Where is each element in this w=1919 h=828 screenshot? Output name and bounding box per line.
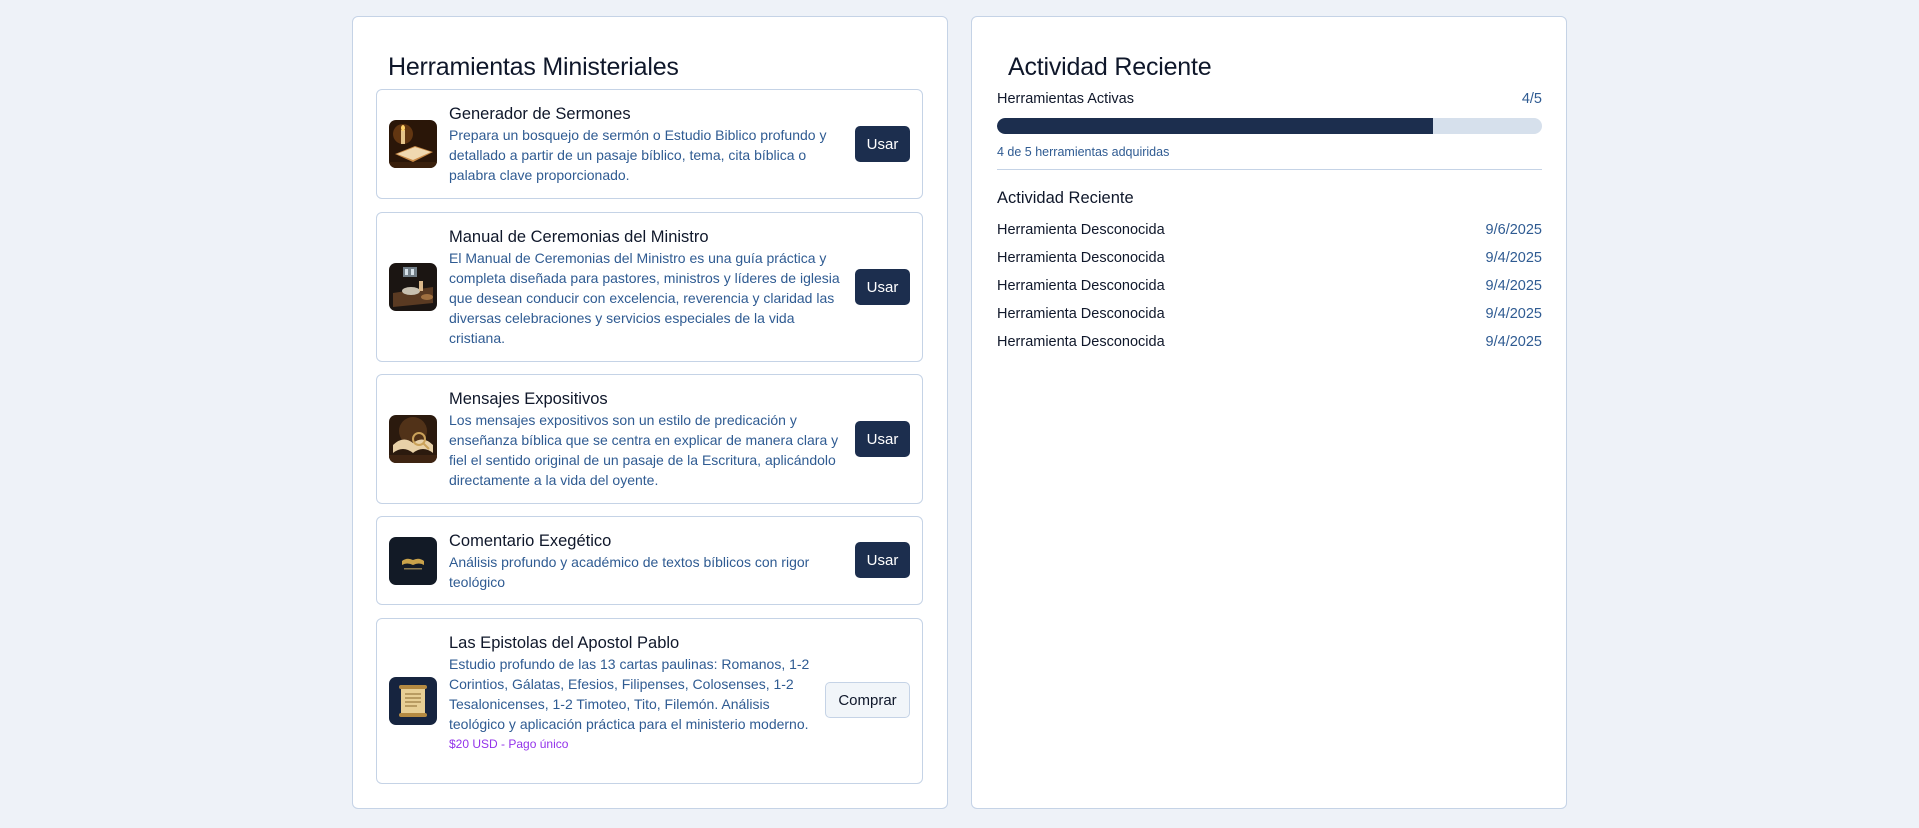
tool-card-pauline-epistles: Las Epistolas del Apostol Pablo Estudio … (376, 618, 923, 784)
tool-name: Las Epistolas del Apostol Pablo (449, 634, 680, 652)
recent-activity-heading: Actividad Reciente (997, 189, 1134, 207)
activity-item-date: 9/4/2025 (1485, 250, 1542, 266)
use-button[interactable]: Usar (855, 126, 910, 162)
use-button[interactable]: Usar (855, 269, 910, 305)
activity-item: Herramienta Desconocida 9/4/2025 (997, 278, 1542, 306)
tool-name: Manual de Ceremonias del Ministro (449, 228, 709, 246)
tool-price: $20 USD - Pago único (449, 737, 569, 751)
activity-item-date: 9/6/2025 (1485, 222, 1542, 238)
activity-item-name: Herramienta Desconocida (997, 278, 1165, 294)
tool-card-sermon-generator: Generador de Sermones Prepara un bosquej… (376, 89, 923, 199)
tool-description: Prepara un bosquejo de sermón o Estudio … (449, 127, 827, 183)
use-button[interactable]: Usar (855, 421, 910, 457)
active-tools-progress-bar (997, 118, 1542, 134)
golden-book-logo-thumbnail (389, 537, 437, 585)
open-bible-magnifier-thumbnail (389, 415, 437, 463)
activity-item-date: 9/4/2025 (1485, 278, 1542, 294)
tool-body: Mensajes Expositivos Los mensajes exposi… (449, 389, 854, 490)
tool-description: Análisis profundo y académico de textos … (449, 554, 810, 590)
progress-caption: 4 de 5 herramientas adquiridas (997, 145, 1170, 159)
communion-table-thumbnail (389, 263, 437, 311)
tool-name: Mensajes Expositivos (449, 390, 608, 408)
activity-panel-title: Actividad Reciente (1008, 53, 1212, 81)
activity-item-date: 9/4/2025 (1485, 334, 1542, 350)
activity-item-name: Herramienta Desconocida (997, 250, 1165, 266)
candle-bible-thumbnail (389, 120, 437, 168)
divider (997, 169, 1542, 170)
activity-item: Herramienta Desconocida 9/4/2025 (997, 250, 1542, 278)
tool-card-exegetical-commentary: Comentario Exegético Análisis profundo y… (376, 516, 923, 605)
tool-body: Generador de Sermones Prepara un bosquej… (449, 104, 854, 185)
tool-description: El Manual de Ceremonias del Ministro es … (449, 250, 840, 346)
tool-description: Estudio profundo de las 13 cartas paulin… (449, 656, 810, 732)
activity-item: Herramienta Desconocida 9/6/2025 (997, 222, 1542, 250)
activity-item: Herramienta Desconocida 9/4/2025 (997, 306, 1542, 334)
scroll-thumbnail (389, 677, 437, 725)
tool-card-ceremonies-manual: Manual de Ceremonias del Ministro El Man… (376, 212, 923, 362)
activity-item-name: Herramienta Desconocida (997, 334, 1165, 350)
buy-button[interactable]: Comprar (825, 682, 910, 718)
tool-body: Comentario Exegético Análisis profundo y… (449, 531, 854, 592)
tool-name: Generador de Sermones (449, 105, 631, 123)
progress-fill (997, 118, 1433, 134)
activity-item: Herramienta Desconocida 9/4/2025 (997, 334, 1542, 362)
activity-panel: Actividad Reciente Herramientas Activas … (971, 16, 1567, 809)
tool-description: Los mensajes expositivos son un estilo d… (449, 412, 839, 488)
tools-panel-title: Herramientas Ministeriales (388, 53, 679, 81)
active-tools-count: 4/5 (1521, 91, 1542, 107)
tool-body: Manual de Ceremonias del Ministro El Man… (449, 227, 854, 348)
activity-item-name: Herramienta Desconocida (997, 306, 1165, 322)
activity-item-name: Herramienta Desconocida (997, 222, 1165, 238)
tool-card-expository-messages: Mensajes Expositivos Los mensajes exposi… (376, 374, 923, 504)
activity-item-date: 9/4/2025 (1485, 306, 1542, 322)
activity-list: Herramienta Desconocida 9/6/2025 Herrami… (997, 222, 1542, 362)
tools-panel: Herramientas Ministeriales Generador de … (352, 16, 948, 809)
active-tools-label: Herramientas Activas (997, 91, 1134, 107)
use-button[interactable]: Usar (855, 542, 910, 578)
tool-name: Comentario Exegético (449, 532, 612, 550)
tool-body: Las Epistolas del Apostol Pablo Estudio … (449, 633, 824, 752)
